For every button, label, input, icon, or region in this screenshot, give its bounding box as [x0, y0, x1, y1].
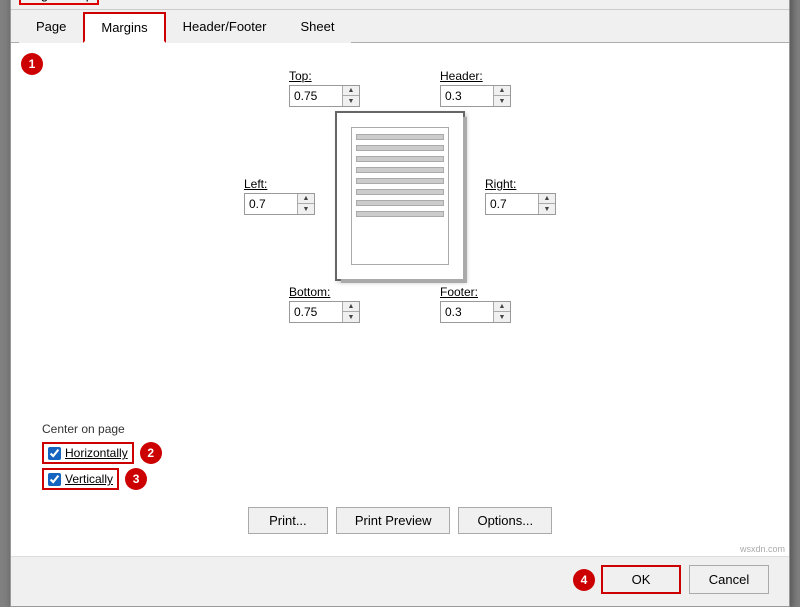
header-spin-up[interactable]: ▲ — [494, 86, 510, 96]
bottom-spinner-btns: ▲ ▼ — [342, 302, 359, 322]
right-spin-down[interactable]: ▼ — [539, 204, 555, 214]
footer-spinner: ▲ ▼ — [440, 301, 511, 323]
footer-label: Footer: — [440, 285, 478, 299]
footer-spin-up[interactable]: ▲ — [494, 302, 510, 312]
left-label: Left: — [244, 177, 267, 191]
right-field-group: Right: ▲ ▼ — [485, 177, 556, 215]
bottom-input[interactable] — [290, 303, 342, 321]
horizontally-checkbox-outlined: Horizontally — [42, 442, 134, 464]
top-spinner-btns: ▲ ▼ — [342, 86, 359, 106]
header-spinner: ▲ ▼ — [440, 85, 511, 107]
top-spinner: ▲ ▼ — [289, 85, 360, 107]
dialog-title: Page Setup — [19, 0, 99, 5]
bottom-row: Bottom: ▲ ▼ Footer: ▲ — [289, 285, 511, 323]
page-line — [356, 145, 444, 151]
vertically-checkbox-outlined: Vertically — [42, 468, 119, 490]
top-row: Top: ▲ ▼ Header: ▲ — [289, 69, 511, 107]
page-setup-dialog: Page Setup ? ✕ Page Margins Header/Foote… — [10, 0, 790, 607]
page-shadow-bottom — [341, 279, 467, 283]
right-input[interactable] — [486, 195, 538, 213]
top-spin-up[interactable]: ▲ — [343, 86, 359, 96]
right-spinner-btns: ▲ ▼ — [538, 194, 555, 214]
top-label: Top: — [289, 69, 312, 83]
badge-3: 3 — [125, 468, 147, 490]
top-input[interactable] — [290, 87, 342, 105]
title-bar: Page Setup ? ✕ — [11, 0, 789, 10]
middle-row: Left: ▲ ▼ — [244, 111, 556, 281]
footer-spinner-btns: ▲ ▼ — [493, 302, 510, 322]
page-line — [356, 178, 444, 184]
vertically-checkbox[interactable] — [48, 473, 61, 486]
page-line — [356, 134, 444, 140]
horizontally-row: Horizontally 2 — [42, 442, 758, 464]
title-controls: ? ✕ — [737, 0, 781, 5]
vertically-label: Vertically — [65, 472, 113, 486]
page-preview-inner — [351, 127, 449, 265]
print-button[interactable]: Print... — [248, 507, 328, 534]
help-button[interactable]: ? — [737, 0, 757, 5]
confirm-button-row: 4 OK Cancel — [11, 556, 789, 606]
right-spin-up[interactable]: ▲ — [539, 194, 555, 204]
horizontally-checkbox[interactable] — [48, 447, 61, 460]
print-preview-button[interactable]: Print Preview — [336, 507, 451, 534]
ok-button[interactable]: OK — [601, 565, 681, 594]
page-line — [356, 156, 444, 162]
page-line — [356, 211, 444, 217]
watermark: wsxdn.com — [740, 544, 785, 554]
footer-input[interactable] — [441, 303, 493, 321]
bottom-spin-down[interactable]: ▼ — [343, 312, 359, 322]
bottom-spin-up[interactable]: ▲ — [343, 302, 359, 312]
page-shadow-right — [463, 117, 467, 283]
bottom-field-group: Bottom: ▲ ▼ — [289, 285, 360, 323]
bottom-spinner: ▲ ▼ — [289, 301, 360, 323]
cancel-button[interactable]: Cancel — [689, 565, 769, 594]
close-button[interactable]: ✕ — [761, 0, 781, 5]
page-preview — [335, 111, 465, 281]
tab-bar: Page Margins Header/Footer Sheet — [11, 12, 789, 43]
bottom-label: Bottom: — [289, 285, 330, 299]
header-input[interactable] — [441, 87, 493, 105]
center-on-page-section: Center on page Horizontally 2 Vertically… — [31, 415, 769, 497]
header-field-group: Header: ▲ ▼ — [440, 69, 511, 107]
header-label: Header: — [440, 69, 483, 83]
left-spinner-btns: ▲ ▼ — [297, 194, 314, 214]
horizontally-label: Horizontally — [65, 446, 128, 460]
footer-field-group: Footer: ▲ ▼ — [440, 285, 511, 323]
tab-sheet[interactable]: Sheet — [283, 12, 351, 43]
ok-badge-wrap: 4 OK — [573, 565, 681, 594]
right-label: Right: — [485, 177, 516, 191]
header-spinner-btns: ▲ ▼ — [493, 86, 510, 106]
vertically-row: Vertically 3 — [42, 468, 758, 490]
page-line — [356, 167, 444, 173]
tab-page[interactable]: Page — [19, 12, 83, 43]
page-line — [356, 200, 444, 206]
tab-header-footer[interactable]: Header/Footer — [166, 12, 284, 43]
page-line — [356, 189, 444, 195]
footer-spin-down[interactable]: ▼ — [494, 312, 510, 322]
header-spin-down[interactable]: ▼ — [494, 96, 510, 106]
page-lines — [352, 128, 448, 223]
top-field-group: Top: ▲ ▼ — [289, 69, 360, 107]
left-spin-up[interactable]: ▲ — [298, 194, 314, 204]
badge-2: 2 — [140, 442, 162, 464]
left-spin-down[interactable]: ▼ — [298, 204, 314, 214]
tab-content: 1 Top: ▲ ▼ Header: — [11, 43, 789, 556]
left-field-group: Left: ▲ ▼ — [244, 177, 315, 215]
right-spinner: ▲ ▼ — [485, 193, 556, 215]
options-button[interactable]: Options... — [458, 507, 552, 534]
tab-margins[interactable]: Margins — [83, 12, 165, 43]
margins-layout: Top: ▲ ▼ Header: ▲ — [31, 59, 769, 399]
top-spin-down[interactable]: ▼ — [343, 96, 359, 106]
action-button-row: Print... Print Preview Options... — [31, 497, 769, 540]
center-on-page-title: Center on page — [42, 422, 758, 436]
left-input[interactable] — [245, 195, 297, 213]
badge-4: 4 — [573, 569, 595, 591]
left-spinner: ▲ ▼ — [244, 193, 315, 215]
